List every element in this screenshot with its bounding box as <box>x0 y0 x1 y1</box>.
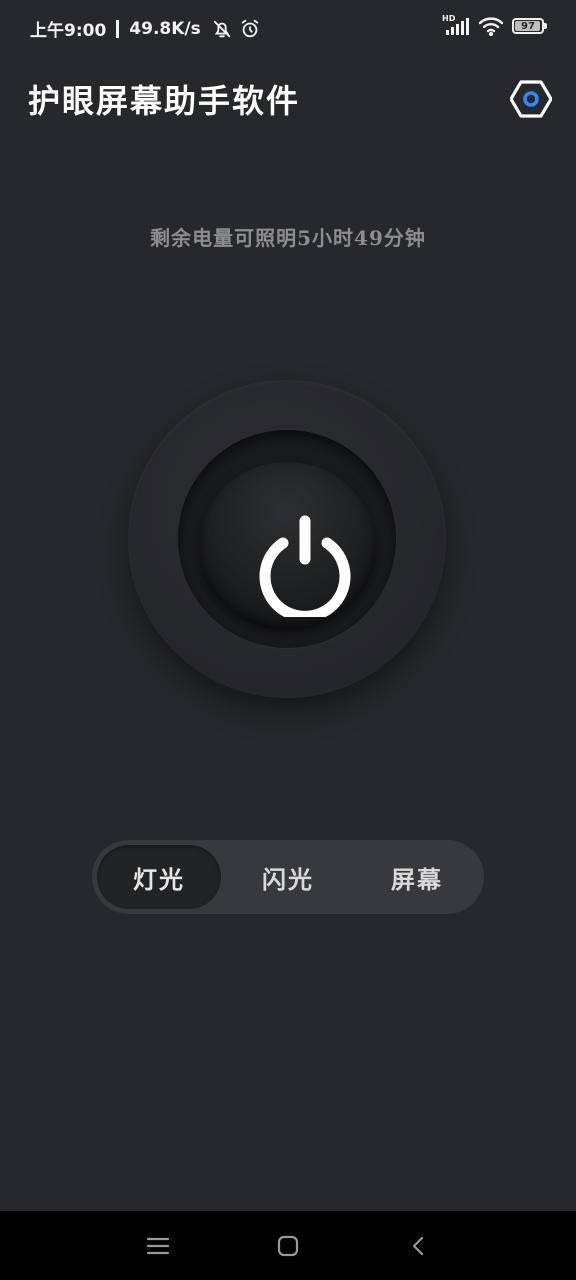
menu-icon <box>146 1237 170 1255</box>
alarm-icon <box>239 18 261 40</box>
power-button[interactable] <box>198 462 376 630</box>
status-time: 上午9:00 <box>30 21 107 41</box>
battery-cap <box>544 23 547 29</box>
battery-remaining-text: 剩余电量可照明5小时49分钟 <box>150 226 426 250</box>
mode-tab-bar: 灯光 闪光 屏幕 <box>92 840 484 914</box>
status-bar: 上午9:00 49.8K/s HD 97 <box>0 0 576 54</box>
power-button-outer <box>128 380 446 698</box>
tab-flash[interactable]: 闪光 <box>226 845 350 909</box>
wifi-icon <box>478 16 504 36</box>
tab-screen[interactable]: 屏幕 <box>355 845 479 909</box>
app-title: 护眼屏幕助手软件 <box>28 82 301 120</box>
settings-button[interactable] <box>509 78 553 120</box>
tab-light[interactable]: 灯光 <box>97 845 221 909</box>
battery-icon: 97 <box>512 18 547 34</box>
home-icon <box>277 1235 299 1257</box>
battery-level: 97 <box>521 20 535 32</box>
power-icon <box>259 515 351 617</box>
cell-signal-icon: HD <box>442 14 470 36</box>
bell-off-icon <box>211 18 233 40</box>
menu-button[interactable] <box>143 1231 173 1261</box>
back-button[interactable] <box>403 1231 433 1261</box>
status-separator <box>116 19 120 38</box>
status-left: 上午9:00 49.8K/s <box>30 16 261 41</box>
power-button-ring <box>178 430 396 648</box>
home-button[interactable] <box>273 1231 303 1261</box>
app-screen: 上午9:00 49.8K/s HD 97 护眼屏幕助手软件 剩余电量可照明5小时… <box>0 0 576 1280</box>
navigation-bar <box>0 1211 576 1280</box>
status-right: HD 97 <box>442 14 547 36</box>
hexagon-settings-icon <box>509 80 553 118</box>
network-speed: 49.8K/s <box>129 18 201 39</box>
back-icon <box>412 1236 424 1256</box>
